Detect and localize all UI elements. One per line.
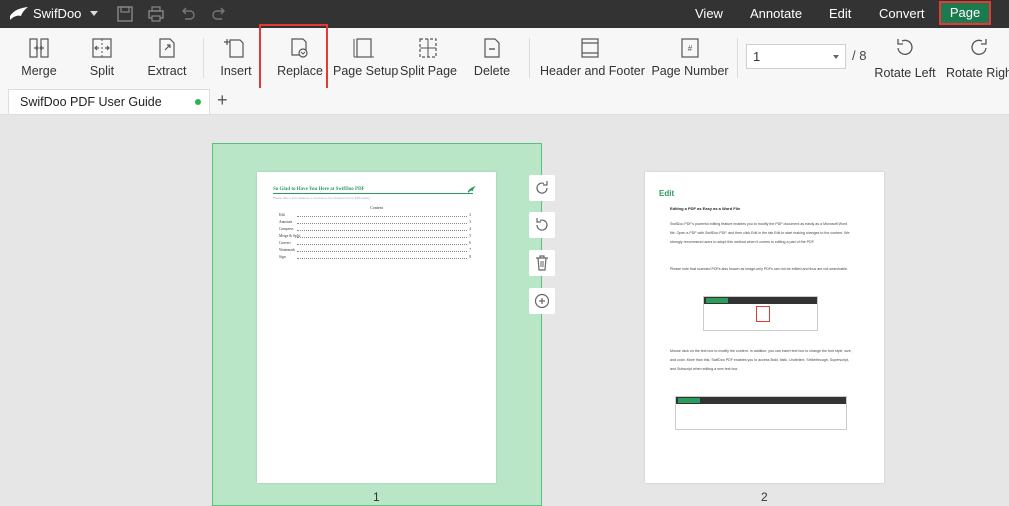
svg-text:#: # <box>688 44 693 53</box>
menu-convert[interactable]: Convert <box>879 6 925 21</box>
split-page-icon <box>419 38 437 58</box>
rotate-right-icon <box>536 181 548 194</box>
document-tab[interactable]: SwifDoo PDF User Guide <box>8 89 210 114</box>
split-page-button[interactable]: Split Page <box>400 28 457 88</box>
insert-page-button[interactable] <box>529 288 555 314</box>
toc-row: Sign 8 <box>279 255 471 259</box>
trash-icon <box>536 255 548 271</box>
rotate-right-page-button[interactable] <box>529 175 555 201</box>
insert-page-icon <box>224 39 244 58</box>
extract-icon <box>159 38 175 58</box>
rotate-right-button[interactable]: Rotate Right <box>944 28 1009 88</box>
split-page-label: Split Page <box>400 64 457 78</box>
toc-row: Watermark 7 <box>279 248 471 252</box>
header-footer-label: Header and Footer <box>540 64 645 78</box>
insert-label: Insert <box>220 64 252 78</box>
embedded-screenshot <box>703 296 818 331</box>
rotate-left-label: Rotate Left <box>874 66 936 80</box>
page2-heading: Edit <box>659 189 675 198</box>
split-label: Split <box>89 64 115 78</box>
document-tab-bar: SwifDoo PDF User Guide + <box>0 88 1009 115</box>
page1-title: So Glad to Have You Here at SwifDoo PDF <box>273 187 365 192</box>
chevron-down-icon <box>833 55 839 59</box>
rotate-left-page-button[interactable] <box>529 212 555 238</box>
page2-paragraph: SwifDoo PDF's powerful editing feature e… <box>670 222 850 244</box>
extract-label: Extract <box>147 64 187 78</box>
toc-row: Merge & Split 5 <box>279 234 471 238</box>
document-tab-title: SwifDoo PDF User Guide <box>20 95 162 109</box>
split-icon <box>92 38 112 58</box>
replace-highlight-box <box>259 24 328 96</box>
page1-subtitle: Please take a few minutes to learn how t… <box>273 196 370 200</box>
title-bar: SwifDoo View Annotate Edit Convert Page <box>0 0 1009 28</box>
rotate-left-icon <box>536 218 548 231</box>
toc-row: Edit 2 <box>279 213 471 217</box>
title-rule <box>273 193 473 194</box>
ribbon-divider <box>737 38 738 78</box>
merge-label: Merge <box>21 64 57 78</box>
insert-button[interactable]: Insert <box>213 28 259 88</box>
page-number-button[interactable]: # Page Number <box>651 28 729 88</box>
menu-view[interactable]: View <box>695 6 723 21</box>
page-number-label-2: 2 <box>761 490 768 504</box>
page2-paragraph: Mouse click on the text box to modify th… <box>670 349 852 371</box>
extract-button[interactable]: Extract <box>143 28 191 88</box>
plus-circle-icon <box>534 293 550 309</box>
delete-label: Delete <box>473 64 511 78</box>
menu-edit[interactable]: Edit <box>829 6 851 21</box>
ribbon-divider <box>203 38 204 78</box>
toc-row: Annotate 3 <box>279 220 471 224</box>
save-icon[interactable] <box>116 5 134 23</box>
page-setup-label: Page Setup <box>333 64 399 78</box>
merge-icon <box>29 38 49 58</box>
split-button[interactable]: Split <box>80 28 124 88</box>
page-thumbnail-2[interactable]: Edit Editing a PDF as Easy as a Word Fil… <box>645 172 884 483</box>
saved-status-dot <box>195 99 201 105</box>
rotate-left-button[interactable]: Rotate Left <box>874 28 936 88</box>
swifdoo-logo-icon <box>468 186 476 193</box>
print-icon[interactable] <box>147 5 165 23</box>
embedded-screenshot <box>675 396 847 430</box>
header-footer-icon <box>581 38 599 58</box>
rotate-right-label: Rotate Right <box>946 66 1009 80</box>
page2-paragraph: Please note that scanned PDFs also known… <box>670 267 848 271</box>
app-name[interactable]: SwifDoo <box>33 6 81 21</box>
page-select-value: 1 <box>753 49 761 64</box>
contents-heading: Content <box>370 205 383 210</box>
page-number-label-1: 1 <box>373 490 380 504</box>
delete-page-button[interactable] <box>529 250 555 276</box>
rotate-right-icon <box>970 39 987 55</box>
page-total: / 8 <box>852 48 867 63</box>
page-number-select[interactable]: 1 <box>746 44 846 69</box>
rotate-left-icon <box>897 39 913 55</box>
add-tab-button[interactable]: + <box>217 90 228 110</box>
redo-icon[interactable] <box>210 5 228 23</box>
page2-subheading: Editing a PDF as Easy as a Word File <box>670 206 741 211</box>
delete-page-icon <box>484 38 500 58</box>
header-footer-button[interactable]: Header and Footer <box>540 28 645 88</box>
toc-row: Convert 6 <box>279 241 471 245</box>
page-setup-icon <box>353 38 374 58</box>
swifdoo-logo-icon <box>10 7 28 20</box>
ribbon-divider <box>529 38 530 78</box>
page-thumbnail-1[interactable]: So Glad to Have You Here at SwifDoo PDF … <box>257 172 496 483</box>
app-menu-chevron-down-icon[interactable] <box>90 11 98 16</box>
menu-annotate[interactable]: Annotate <box>750 6 802 21</box>
page-setup-button[interactable]: Page Setup <box>333 28 399 88</box>
undo-icon[interactable] <box>179 5 197 23</box>
page-number-icon: # <box>681 38 699 58</box>
delete-button[interactable]: Delete <box>470 28 514 88</box>
page-number-label: Page Number <box>651 64 729 78</box>
menu-page[interactable]: Page <box>939 1 991 25</box>
merge-button[interactable]: Merge <box>16 28 62 88</box>
toc-row: Compress 4 <box>279 227 471 231</box>
